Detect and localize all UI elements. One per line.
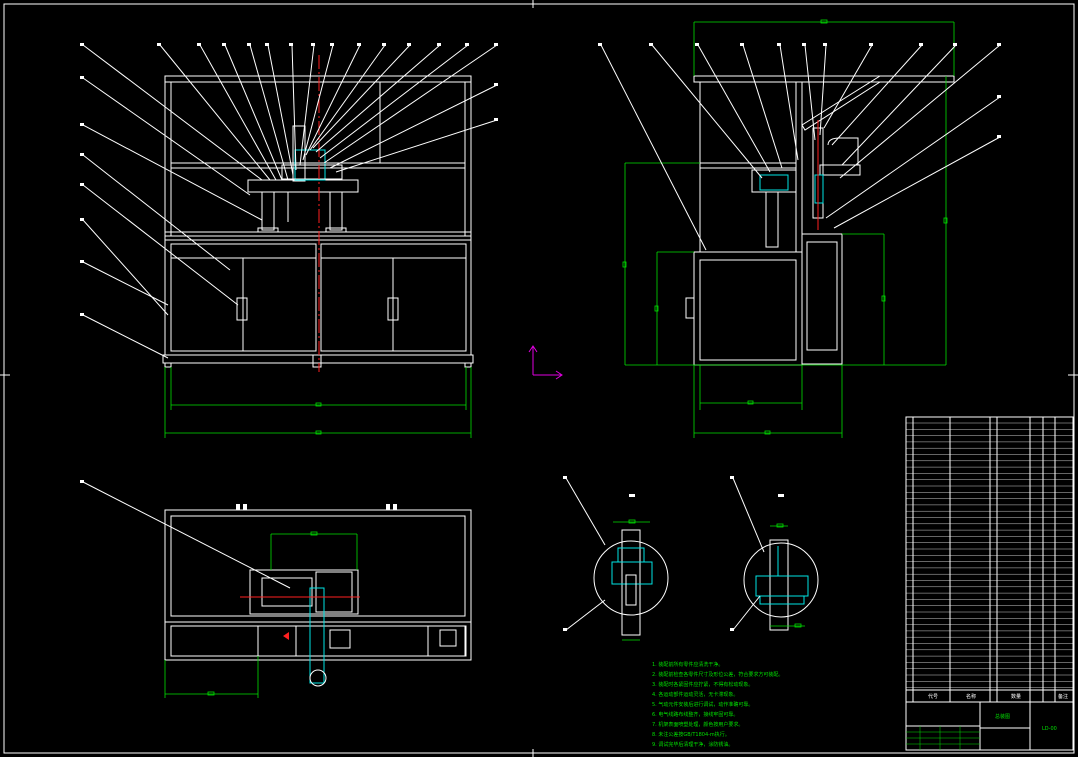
detail-a: [563, 476, 669, 641]
side-view: [598, 19, 1001, 438]
tech-note: 1. 装配前所有零件应清洗干净。: [652, 661, 723, 668]
drawing-canvas: 1. 装配前所有零件应清洗干净。 2. 装配前检查各零件尺寸及形位公差，符合要求…: [0, 0, 1078, 757]
tech-note: 7. 机架表面喷塑处理，颜色按用户要求。: [652, 721, 743, 728]
top-view: [80, 480, 472, 698]
tech-note: 2. 装配前检查各零件尺寸及形位公差，符合要求方可装配。: [652, 671, 783, 678]
bom-col-header: 备注: [1058, 693, 1068, 700]
work-platform: [247, 179, 359, 193]
bom-header: 代号 名称 数量 备注: [928, 693, 1068, 700]
bom-col-header: 数量: [1011, 693, 1021, 700]
tech-note: 9. 调试完毕后清理干净，涂防锈油。: [652, 741, 733, 748]
tech-note: 4. 各运动部件运动灵活，无卡滞现象。: [652, 691, 738, 698]
detail-b: [730, 476, 819, 631]
top-frame-bar: [164, 75, 472, 83]
bom-col-header: 名称: [966, 693, 976, 700]
tech-note: 8. 未注公差按GB/T1804-m执行。: [652, 731, 730, 738]
cad-drawing-sheet: 1. 装配前所有零件应清洗干净。 2. 装配前检查各零件尺寸及形位公差，符合要求…: [0, 0, 1078, 757]
title-block: 总装图 LD-00: [905, 701, 1074, 751]
parts-list-table: [905, 416, 1074, 703]
tech-note: 6. 电气线路布线整齐，接线牢固可靠。: [652, 711, 738, 718]
technical-requirements: 1. 装配前所有零件应清洗干净。 2. 装配前检查各零件尺寸及形位公差，符合要求…: [652, 661, 783, 748]
tech-note: 3. 装配时各紧固件应拧紧，不得有松动现象。: [652, 681, 753, 688]
drawing-number: LD-00: [1042, 726, 1057, 732]
ucs-icon: [528, 345, 563, 380]
balloon-leaders: [82, 44, 498, 359]
door-handle-left: [236, 297, 248, 321]
side-balloon-markers: [598, 43, 1001, 138]
front-view: [80, 43, 498, 438]
bom-col-header: 代号: [928, 693, 938, 700]
drawing-name: 总装图: [995, 713, 1010, 720]
tech-note: 5. 气动元件安装后进行调试，动作准确可靠。: [652, 701, 753, 708]
